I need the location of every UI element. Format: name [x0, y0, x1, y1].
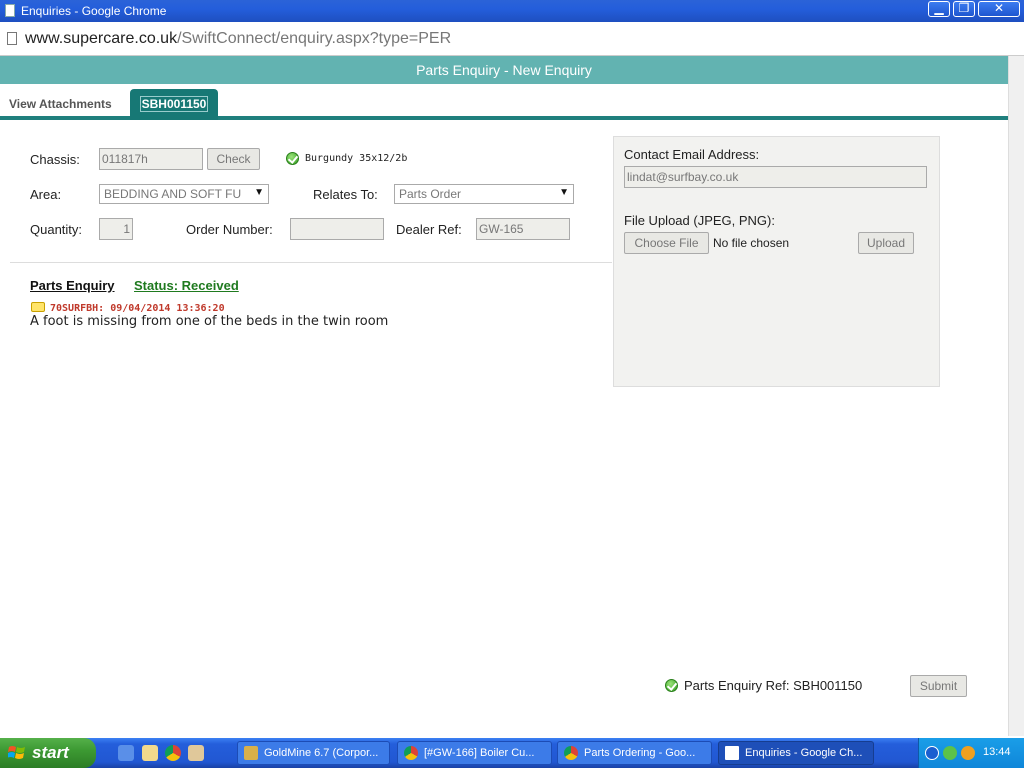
task-parts-ordering[interactable]: Parts Ordering - Goo... — [557, 741, 712, 765]
comment-icon — [31, 302, 45, 312]
upload-button[interactable]: Upload — [858, 232, 914, 254]
task-boiler[interactable]: [#GW-166] Boiler Cu... — [397, 741, 552, 765]
chevron-down-icon: ▼ — [254, 187, 264, 198]
task-parts-ordering-label: Parts Ordering - Goo... — [584, 747, 696, 759]
chrome-icon — [564, 746, 578, 760]
close-button[interactable]: ✕ — [978, 1, 1020, 17]
taskbar: start GoldMine 6.7 (Corpor... [#GW-166] … — [0, 738, 1024, 768]
relates-to-select[interactable]: Parts Order ▼ — [394, 184, 574, 204]
quantity-label: Quantity: — [30, 222, 83, 237]
clock: 13:44 — [983, 746, 1011, 758]
dealer-ref-label: Dealer Ref: — [396, 222, 462, 237]
url-path: /SwiftConnect/enquiry.aspx?type=PER — [177, 30, 452, 47]
mail-icon[interactable] — [142, 745, 158, 761]
chrome-icon — [404, 746, 418, 760]
section-divider — [10, 262, 612, 263]
comment-text: A foot is missing from one of the beds i… — [30, 314, 389, 329]
url-text[interactable]: www.supercare.co.uk/SwiftConnect/enquiry… — [25, 30, 451, 48]
comment-meta: 70SURFBH: 09/04/2014 13:36:20 — [50, 303, 225, 314]
start-button[interactable]: start — [0, 738, 96, 768]
task-enquiries[interactable]: Enquiries - Google Ch... — [718, 741, 874, 765]
chassis-label: Chassis: — [30, 152, 80, 167]
goldmine-icon — [244, 746, 258, 760]
status-link[interactable]: Status: Received — [134, 278, 239, 293]
order-number-field[interactable] — [290, 218, 384, 240]
tab-enquiry-ref-label: SBH001150 — [139, 96, 209, 112]
chrome-icon[interactable] — [165, 745, 181, 761]
system-tray: 13:44 — [918, 738, 1024, 768]
email-field[interactable]: lindat@surfbay.co.uk — [624, 166, 927, 188]
task-enquiries-label: Enquiries - Google Ch... — [745, 747, 863, 759]
order-number-label: Order Number: — [186, 222, 273, 237]
tray-app-icon[interactable] — [961, 746, 975, 760]
contact-email-label: Contact Email Address: — [624, 147, 760, 162]
area-label: Area: — [30, 187, 62, 202]
windows-flag-icon — [8, 746, 25, 759]
quantity-field[interactable]: 1 — [99, 218, 133, 240]
chassis-field[interactable]: 011817h — [99, 148, 203, 170]
area-select[interactable]: BEDDING AND SOFT FU ▼ — [99, 184, 269, 204]
network-icon[interactable] — [943, 746, 957, 760]
task-goldmine-label: GoldMine 6.7 (Corpor... — [264, 747, 379, 759]
start-label: start — [32, 743, 69, 762]
file-upload-label: File Upload (JPEG, PNG): — [624, 213, 775, 228]
url-host: www.supercare.co.uk — [25, 30, 178, 47]
tray-arrow-icon[interactable] — [925, 746, 939, 760]
window-title: Enquiries - Google Chrome — [21, 4, 167, 18]
document-icon — [7, 32, 17, 45]
area-select-value: BEDDING AND SOFT FU — [104, 187, 242, 201]
tab-bar: View Attachments SBH001150 — [0, 84, 1008, 120]
page-title: Parts Enquiry - New Enquiry — [0, 56, 1008, 84]
parts-enquiry-link[interactable]: Parts Enquiry — [30, 278, 115, 293]
tab-enquiry-ref[interactable]: SBH001150 — [130, 89, 218, 120]
check-ok-icon — [286, 152, 299, 165]
document-icon — [725, 746, 739, 760]
enquiry-ref-text: Parts Enquiry Ref: SBH001150 — [684, 678, 863, 693]
address-bar[interactable]: www.supercare.co.uk/SwiftConnect/enquiry… — [0, 22, 1024, 56]
no-file-text: No file chosen — [713, 236, 790, 250]
task-boiler-label: [#GW-166] Boiler Cu... — [424, 747, 535, 759]
vertical-scrollbar[interactable] — [1008, 56, 1024, 736]
choose-file-button[interactable]: Choose File — [624, 232, 709, 254]
desktop-icon[interactable] — [118, 745, 134, 761]
relates-to-label: Relates To: — [313, 187, 378, 202]
ref-ok-icon — [665, 679, 678, 692]
page-icon — [5, 4, 15, 17]
task-goldmine[interactable]: GoldMine 6.7 (Corpor... — [237, 741, 390, 765]
submit-button[interactable]: Submit — [910, 675, 967, 697]
window-title-bar[interactable]: Enquiries - Google Chrome ▁ ❐ ✕ — [0, 0, 1024, 22]
model-text: Burgundy 35x12/2b — [305, 153, 408, 164]
restore-button[interactable]: ❐ — [953, 1, 975, 17]
relates-to-select-value: Parts Order — [399, 187, 462, 201]
check-button[interactable]: Check — [207, 148, 260, 170]
app-icon[interactable] — [188, 745, 204, 761]
dealer-ref-field[interactable]: GW-165 — [476, 218, 570, 240]
tab-view-attachments[interactable]: View Attachments — [0, 89, 121, 120]
chevron-down-icon: ▼ — [559, 187, 569, 198]
minimize-button[interactable]: ▁ — [928, 1, 950, 17]
